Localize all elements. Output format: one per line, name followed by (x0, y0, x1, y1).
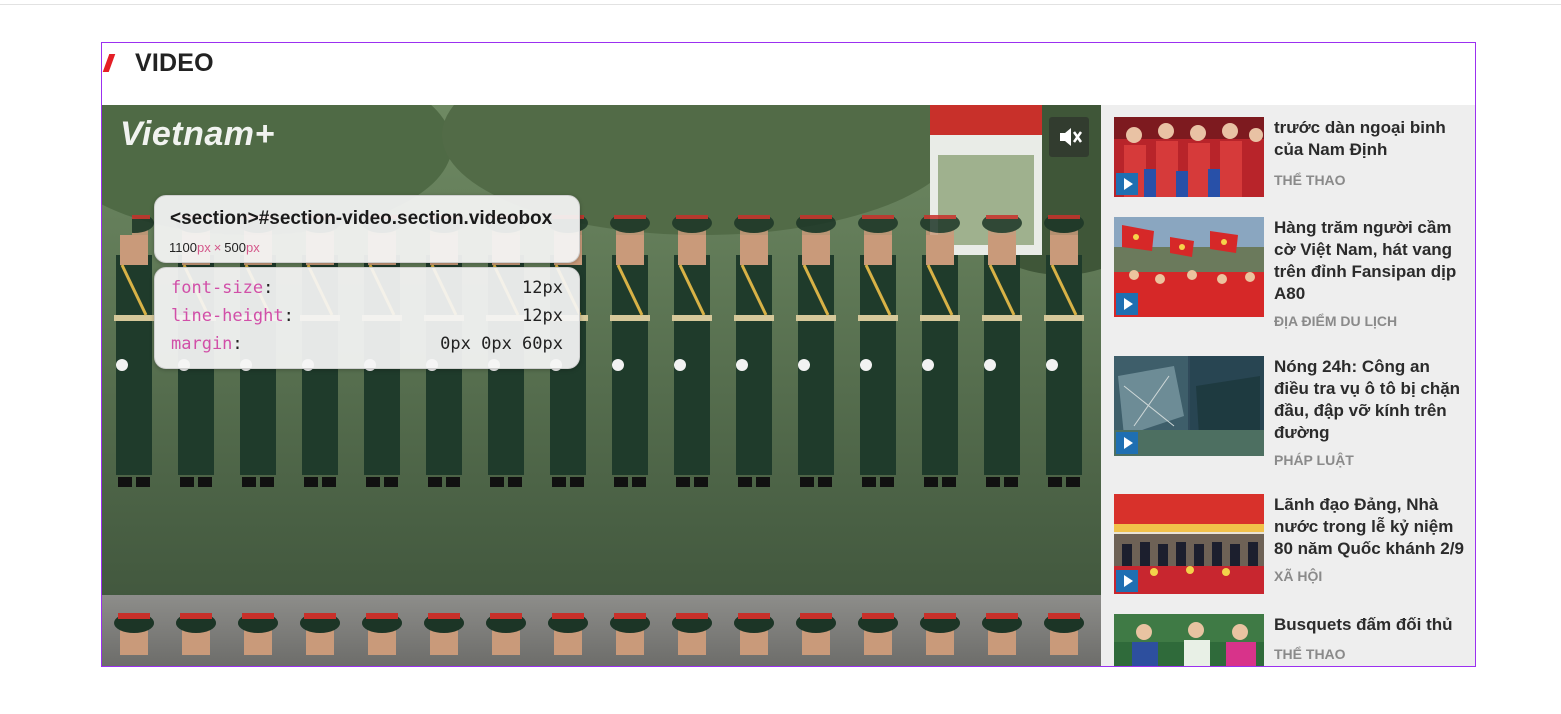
video-item-title[interactable]: trước dàn ngoại binh của Nam Định (1274, 117, 1468, 161)
devtools-tooltip: <section>#section-video.section.videobox… (154, 195, 580, 263)
video-item-title[interactable]: Busquets đấm đối thủ (1274, 614, 1468, 636)
devtools-height: 500 (224, 240, 246, 255)
video-logo: Vietnam+ (120, 115, 275, 153)
video-item-title[interactable]: Nóng 24h: Công an điều tra vụ ô tô bị ch… (1274, 356, 1468, 444)
video-thumbnail[interactable] (1114, 614, 1264, 666)
video-thumbnail[interactable] (1114, 217, 1264, 317)
video-thumbnail[interactable] (1114, 356, 1264, 456)
video-thumbnail[interactable] (1114, 117, 1264, 197)
devtools-times: × (213, 240, 222, 255)
video-item-category[interactable]: ĐỊA ĐIỂM DU LỊCH (1274, 313, 1397, 329)
play-icon (1116, 293, 1138, 315)
devtools-width: 1100 (169, 240, 197, 255)
devtools-unit-w: px (196, 240, 211, 255)
video-list-item[interactable]: Nóng 24h: Công an điều tra vụ ô tô bị ch… (1114, 356, 1464, 480)
video-section: VIDEO Vietnam+ <section>#section-video.s… (101, 42, 1476, 667)
video-list-item[interactable]: trước dàn ngoại binh của Nam Định THỂ TH… (1114, 117, 1464, 209)
mute-button[interactable] (1049, 117, 1089, 157)
video-item-category[interactable]: THỂ THAO (1274, 172, 1346, 188)
devtools-prop-row: font-size: 12px (171, 278, 563, 298)
devtools-unit-h: px (246, 240, 260, 255)
top-divider (0, 4, 1561, 5)
section-accent-slash (102, 54, 116, 72)
video-list-item[interactable]: Busquets đấm đối thủ THỂ THAO (1114, 614, 1464, 666)
devtools-props-panel: font-size: 12px line-height: 12px margin: 0… (154, 267, 580, 369)
video-item-title[interactable]: Lãnh đạo Đảng, Nhà nước trong lễ kỷ niệm… (1274, 494, 1468, 560)
devtools-prop-row: margin: 0px 0px 60px (171, 334, 563, 354)
section-title[interactable]: VIDEO (135, 49, 214, 78)
video-frame (102, 105, 1101, 666)
video-item-category[interactable]: XÃ HỘI (1274, 568, 1322, 584)
video-item-category[interactable]: THỂ THAO (1274, 646, 1346, 662)
volume-mute-icon (1060, 128, 1083, 146)
video-list-item[interactable]: Lãnh đạo Đảng, Nhà nước trong lễ kỷ niệm… (1114, 494, 1464, 612)
play-icon (1116, 570, 1138, 592)
video-item-title[interactable]: Hàng trăm người cầm cờ Việt Nam, hát van… (1274, 217, 1468, 305)
section-header: VIDEO (102, 43, 1475, 105)
play-icon (1116, 432, 1138, 454)
video-thumbnail[interactable] (1114, 494, 1264, 594)
devtools-selector: <section>#section-video.section.videobox (170, 208, 553, 229)
video-player[interactable]: Vietnam+ <section>#section-video.section… (102, 105, 1101, 666)
play-icon (1116, 173, 1138, 195)
video-item-category[interactable]: PHÁP LUẬT (1274, 452, 1354, 468)
devtools-dimensions: 1100px × 500px (169, 240, 260, 255)
devtools-prop-row: line-height: 12px (171, 306, 563, 326)
video-list-sidebar: trước dàn ngoại binh của Nam Định THỂ TH… (1101, 105, 1475, 666)
video-list-item[interactable]: Hàng trăm người cầm cờ Việt Nam, hát van… (1114, 217, 1464, 341)
